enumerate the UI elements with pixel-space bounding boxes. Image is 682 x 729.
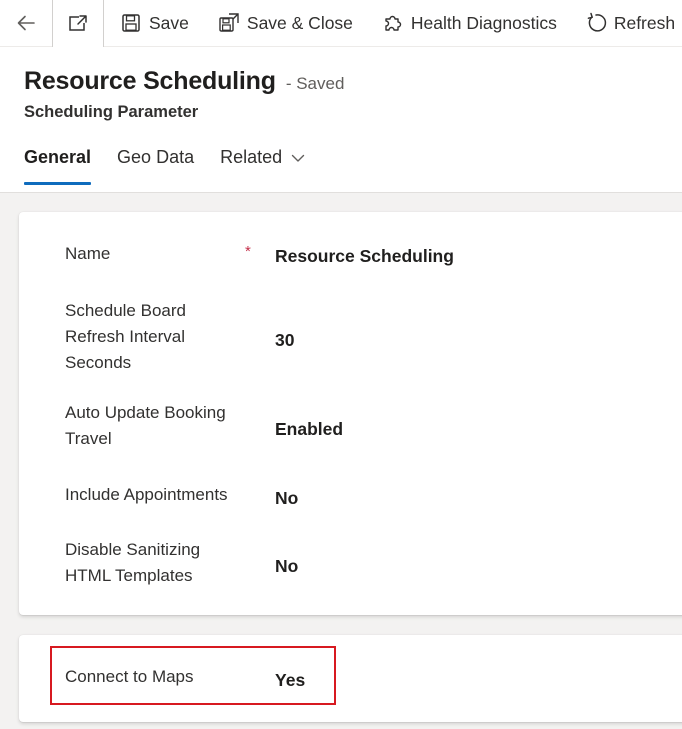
back-button[interactable] — [0, 0, 52, 47]
refresh-interval-label: Schedule Board Refresh Interval Seconds — [65, 301, 186, 372]
record-title: Resource Scheduling — [24, 67, 276, 95]
tab-general[interactable]: General — [24, 147, 92, 187]
tab-list: General Geo Data Related — [24, 147, 331, 187]
entity-name: Scheduling Parameter — [24, 103, 199, 121]
title-row: Resource Scheduling - Saved — [24, 67, 344, 96]
tab-geo-data-label: Geo Data — [117, 147, 195, 167]
tab-related-label: Related — [220, 147, 283, 167]
required-indicator: * — [245, 243, 251, 260]
refresh-icon — [584, 11, 608, 35]
refresh-interval-value[interactable]: 30 — [275, 330, 294, 351]
save-status: - Saved — [285, 74, 345, 93]
disable-sanitizing-label: Disable Sanitizing HTML Templates — [65, 540, 201, 585]
chevron-down-icon — [291, 147, 305, 169]
maps-section: Connect to Maps Yes — [19, 635, 682, 722]
tab-geo-data[interactable]: Geo Data — [117, 147, 194, 187]
save-button[interactable]: Save — [119, 0, 189, 47]
back-arrow-icon — [17, 15, 35, 31]
save-and-close-label: Save & Close — [246, 12, 353, 33]
open-in-new-window-button[interactable] — [52, 0, 104, 47]
name-label: Name — [65, 244, 111, 263]
include-appointments-value[interactable]: No — [275, 488, 298, 509]
connect-to-maps-value[interactable]: Yes — [275, 670, 305, 691]
record-header: Resource Scheduling - Saved Scheduling P… — [0, 47, 682, 193]
refresh-label: Refresh — [613, 12, 676, 33]
save-and-close-button[interactable]: Save & Close — [217, 0, 353, 47]
tab-related[interactable]: Related — [220, 147, 305, 187]
puzzle-icon — [381, 11, 405, 35]
health-diagnostics-button[interactable]: Health Diagnostics — [381, 0, 557, 47]
tab-general-label: General — [24, 147, 92, 167]
refresh-button[interactable]: Refresh — [584, 0, 675, 47]
auto-update-travel-value[interactable]: Enabled — [275, 419, 343, 440]
health-diagnostics-label: Health Diagnostics — [410, 12, 557, 33]
save-icon — [119, 11, 143, 35]
disable-sanitizing-value[interactable]: No — [275, 556, 298, 577]
auto-update-travel-label: Auto Update Booking Travel — [65, 403, 226, 448]
general-section: Name * Resource Scheduling Schedule Boar… — [19, 212, 682, 615]
open-in-new-window-icon — [69, 15, 87, 31]
save-label: Save — [149, 12, 189, 33]
name-value[interactable]: Resource Scheduling — [275, 246, 454, 267]
include-appointments-label: Include Appointments — [65, 485, 228, 504]
connect-to-maps-label: Connect to Maps — [65, 667, 194, 686]
save-and-close-icon — [217, 11, 241, 35]
command-bar: Save Save & Close Health Diagnostics Ref… — [0, 0, 682, 47]
